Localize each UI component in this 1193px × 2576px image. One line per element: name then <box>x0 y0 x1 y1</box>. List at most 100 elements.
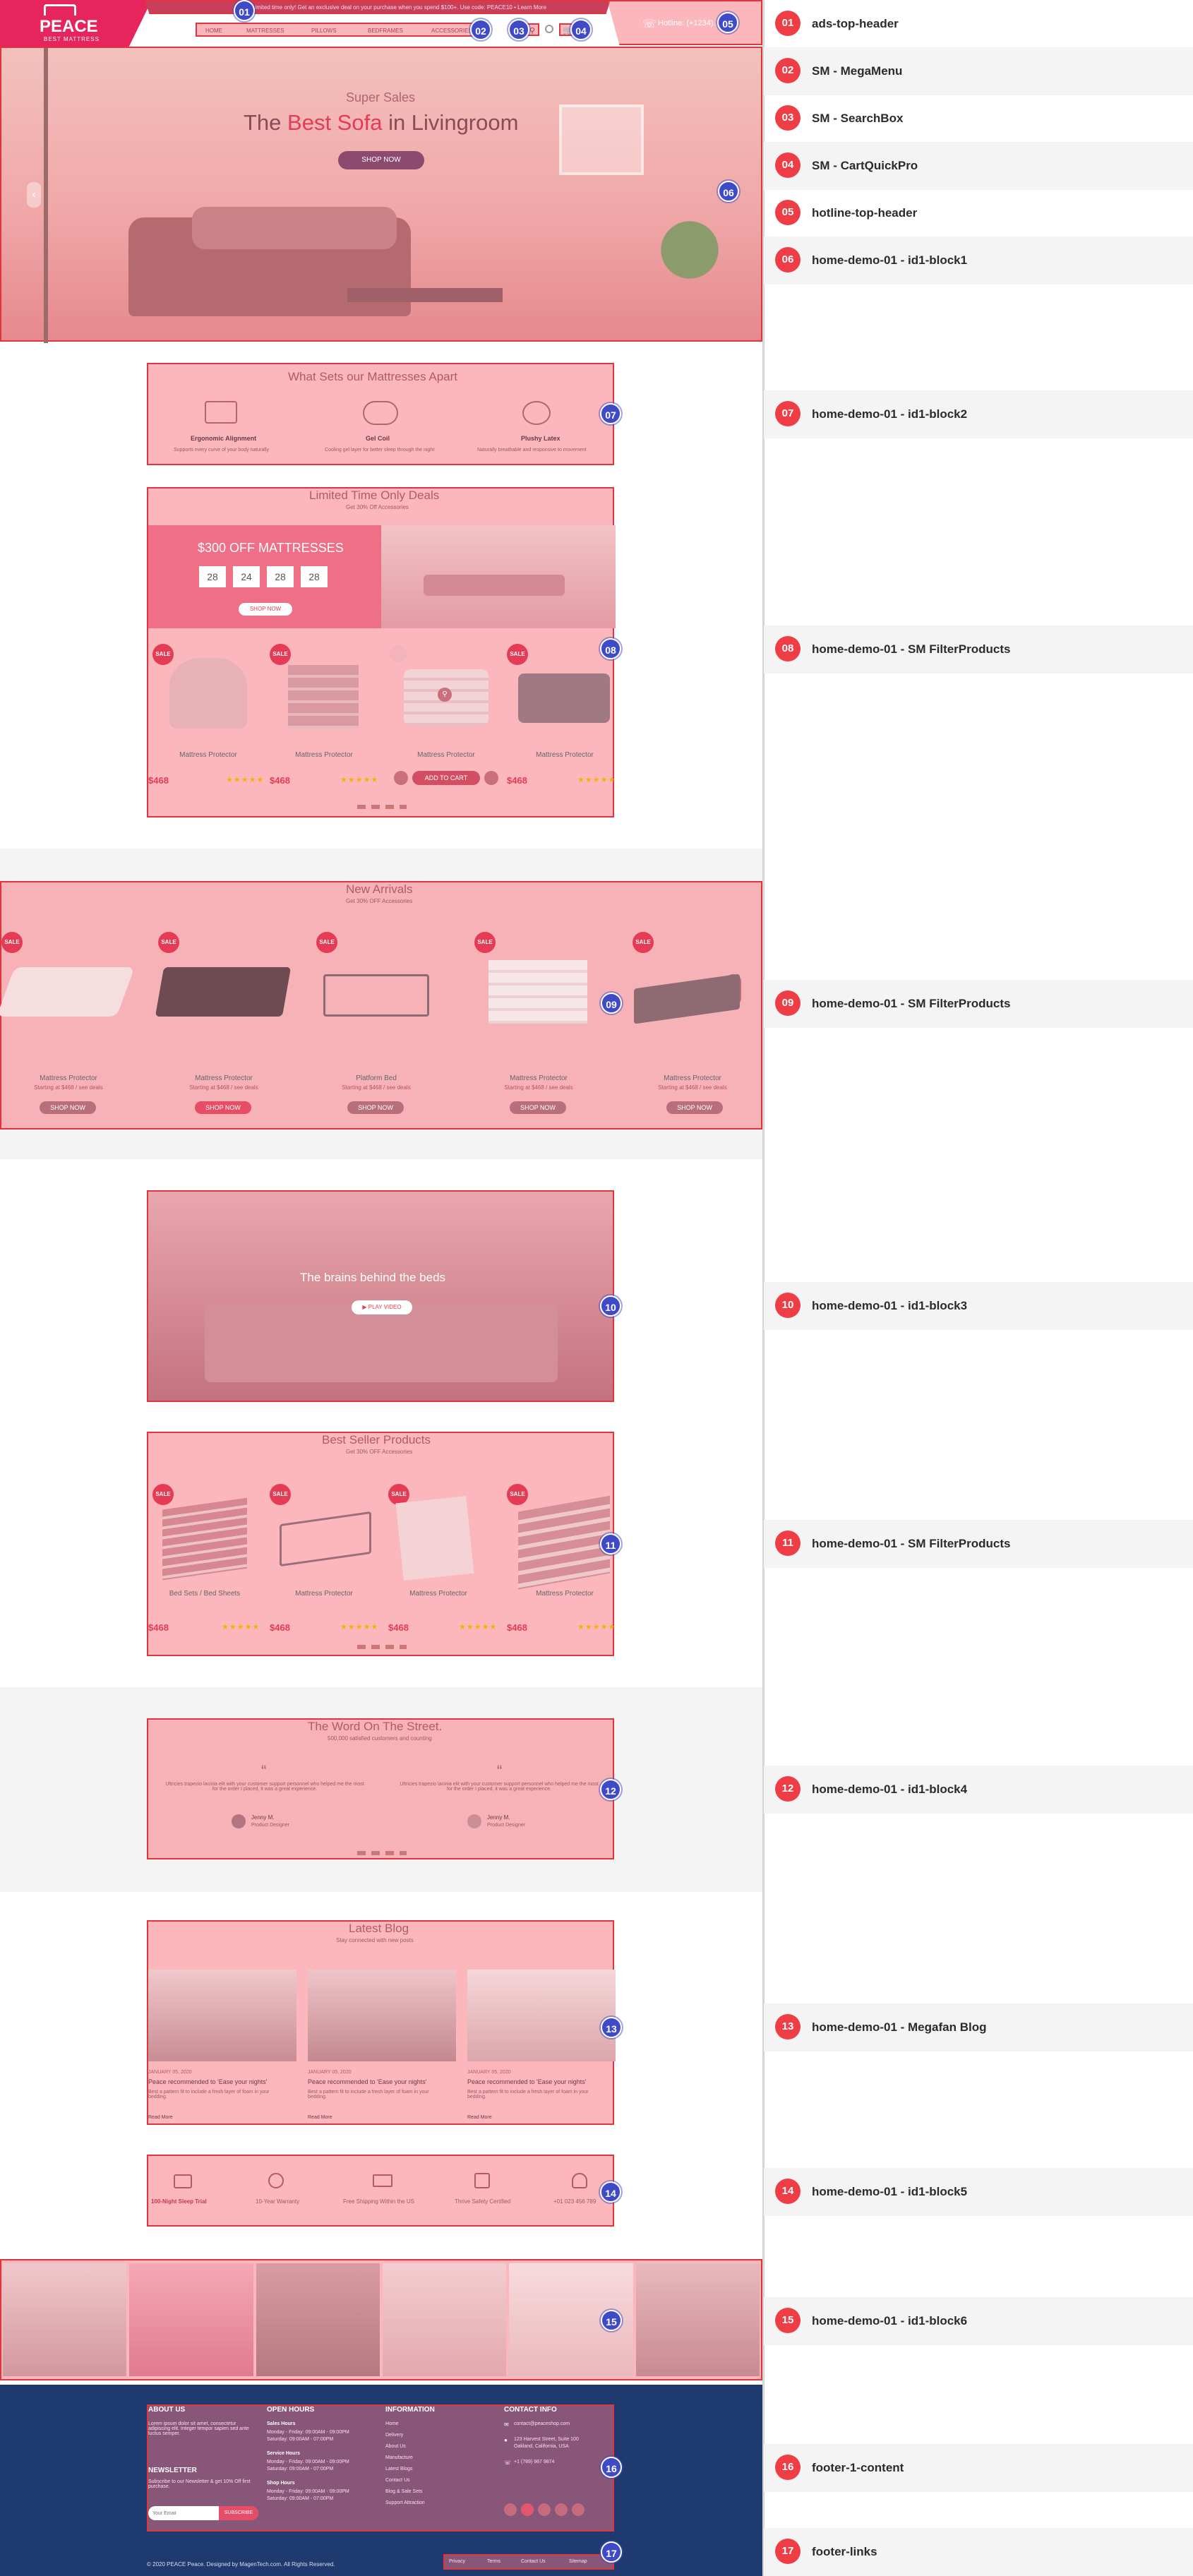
product-title[interactable]: Mattress Protector <box>169 751 247 759</box>
logo-icon <box>44 4 76 16</box>
trial-icon <box>174 2174 192 2188</box>
product-title[interactable]: Mattress Protector <box>486 1074 592 1082</box>
product-title[interactable]: Mattress Protector <box>171 1074 277 1082</box>
blog-read-more[interactable]: Read More <box>308 2115 332 2120</box>
blog-read-more[interactable]: Read More <box>148 2115 173 2120</box>
shop-now-button[interactable]: SHOP NOW <box>666 1101 723 1114</box>
youtube-icon[interactable] <box>538 2503 551 2516</box>
product-title[interactable]: Platform Bed <box>323 1074 429 1082</box>
product-title[interactable]: Mattress Protector <box>400 1590 477 1598</box>
slider-dots[interactable] <box>357 805 407 809</box>
pinterest-icon[interactable] <box>572 2503 584 2516</box>
twitter-icon[interactable] <box>521 2503 534 2516</box>
wishlist-icon[interactable] <box>390 645 407 662</box>
legend-label-16: footer-1-content <box>812 2461 904 2474</box>
slider-dots[interactable] <box>357 1851 407 1855</box>
footer-link[interactable]: Contact Us <box>521 2559 546 2564</box>
gallery-block <box>0 2259 762 2380</box>
account-icon[interactable] <box>545 25 553 33</box>
product-price: Starting at $468 / see deals <box>658 1084 727 1091</box>
hours-line: Monday - Friday: 09:00AM - 09:00PM <box>267 2430 349 2435</box>
product-title[interactable]: Mattress Protector <box>522 1590 607 1598</box>
hotline-text[interactable]: Hotline: (+1234)... <box>658 19 720 28</box>
footer-info-link[interactable]: Home <box>385 2421 399 2426</box>
contact-email[interactable]: contact@peaceshop.com <box>514 2421 570 2426</box>
blog-image[interactable] <box>308 1970 456 2061</box>
footer-info-link[interactable]: Manufacture <box>385 2455 413 2460</box>
product-title[interactable]: Mattress Protector <box>522 751 607 759</box>
shop-now-button[interactable]: SHOP NOW <box>347 1101 404 1114</box>
footer-info-link[interactable]: Latest Blogs <box>385 2467 413 2472</box>
footer-info-link[interactable]: Support Attraction <box>385 2500 425 2505</box>
product-title[interactable]: Bed Sets / Bed Sheets <box>162 1590 247 1598</box>
shop-now-button[interactable]: SHOP NOW <box>510 1101 566 1114</box>
footer-link[interactable]: Terms <box>487 2559 500 2564</box>
instagram-icon[interactable] <box>555 2503 568 2516</box>
shop-now-button[interactable]: SHOP NOW <box>40 1101 96 1114</box>
product-image[interactable] <box>162 1497 247 1581</box>
gallery-image[interactable] <box>635 2263 760 2376</box>
product-image[interactable] <box>323 974 429 1017</box>
hero-prev-arrow[interactable]: ‹ <box>27 182 41 208</box>
product-image[interactable] <box>518 673 610 723</box>
menu-item-home[interactable]: HOME <box>205 28 222 34</box>
footer-link[interactable]: Sitemap <box>569 2559 587 2564</box>
shop-now-button[interactable]: SHOP NOW <box>195 1101 251 1114</box>
footer-info-title: INFORMATION <box>385 2406 435 2414</box>
product-image[interactable] <box>0 967 135 1017</box>
footer-info-link[interactable]: Blog & Sale Sets <box>385 2489 423 2494</box>
blog-image[interactable] <box>467 1970 616 2061</box>
add-to-cart-button[interactable]: ADD TO CART <box>412 771 480 785</box>
product-image[interactable] <box>169 658 247 729</box>
product-title[interactable]: Mattress Protector <box>16 1074 121 1082</box>
blog-read-more[interactable]: Read More <box>467 2115 492 2120</box>
logo[interactable]: PEACE BEST MATTRESS <box>0 0 152 47</box>
play-video-button[interactable]: ▶ PLAY VIDEO <box>352 1300 412 1314</box>
blog-post-title[interactable]: Peace recommended to 'Ease your nights' <box>308 2078 427 2085</box>
blog-post-title[interactable]: Peace recommended to 'Ease your nights' <box>467 2078 587 2085</box>
product-image[interactable] <box>155 967 292 1017</box>
footer-info-link[interactable]: Delivery <box>385 2433 403 2438</box>
hero-banner: Super Sales The Best Sofa in Livingroom … <box>0 47 762 343</box>
compare-icon[interactable] <box>394 771 408 785</box>
product-title[interactable]: Mattress Protector <box>285 751 363 759</box>
gallery-image[interactable] <box>3 2263 127 2376</box>
footer-links: Privacy Terms Contact Us Sitemap <box>443 2554 614 2570</box>
blog-image[interactable] <box>148 1970 296 2061</box>
gallery-image[interactable] <box>382 2263 507 2376</box>
sale-badge: SALE <box>507 644 528 665</box>
footer-info-link[interactable]: Contact Us <box>385 2478 410 2483</box>
product-image[interactable] <box>518 1495 610 1590</box>
product-title[interactable]: Mattress Protector <box>285 1590 363 1598</box>
slider-dots[interactable] <box>357 1645 407 1649</box>
footer-link[interactable]: Privacy <box>449 2559 465 2564</box>
gallery-image[interactable] <box>256 2263 380 2376</box>
menu-item-pillows[interactable]: PILLOWS <box>311 28 337 34</box>
blog-post-title[interactable]: Peace recommended to 'Ease your nights' <box>148 2078 268 2085</box>
product-image[interactable] <box>634 974 740 1024</box>
product-image[interactable] <box>395 1496 474 1581</box>
contact-phone[interactable]: +1 (789) 987 9874 <box>514 2460 554 2464</box>
menu-item-accessories[interactable]: ACCESSORIES <box>431 28 472 34</box>
subscribe-button[interactable]: SUBSCRIBE <box>219 2506 258 2520</box>
bed-illustration <box>424 575 565 596</box>
marker-03: 03 <box>508 19 529 40</box>
product-image[interactable] <box>288 665 359 729</box>
gallery-image[interactable] <box>129 2263 253 2376</box>
quickview-icon[interactable]: ⚲ <box>438 688 452 702</box>
menu-item-mattresses[interactable]: MATTRESSES <box>246 28 284 34</box>
product-image[interactable] <box>280 1511 371 1567</box>
feature-desc-2: Cooling gel layer for better sleep throu… <box>325 448 435 453</box>
menu-item-bedframes[interactable]: BEDFRAMES <box>368 28 403 34</box>
promo-text[interactable]: Limited time only! Get an exclusive deal… <box>252 4 546 11</box>
newsletter-email-input[interactable] <box>148 2506 219 2520</box>
product-title[interactable]: Mattress Protector <box>404 751 488 759</box>
footer-info-link[interactable]: About Us <box>385 2444 406 2449</box>
product-image[interactable] <box>488 960 587 1024</box>
legend-label-08: home-demo-01 - SM FilterProducts <box>812 642 1011 656</box>
product-title[interactable]: Mattress Protector <box>640 1074 745 1082</box>
facebook-icon[interactable] <box>504 2503 517 2516</box>
deals-banner-cta[interactable]: SHOP NOW <box>239 603 292 616</box>
wishlist-small-icon[interactable] <box>484 771 498 785</box>
hero-cta[interactable]: SHOP NOW <box>338 151 424 169</box>
